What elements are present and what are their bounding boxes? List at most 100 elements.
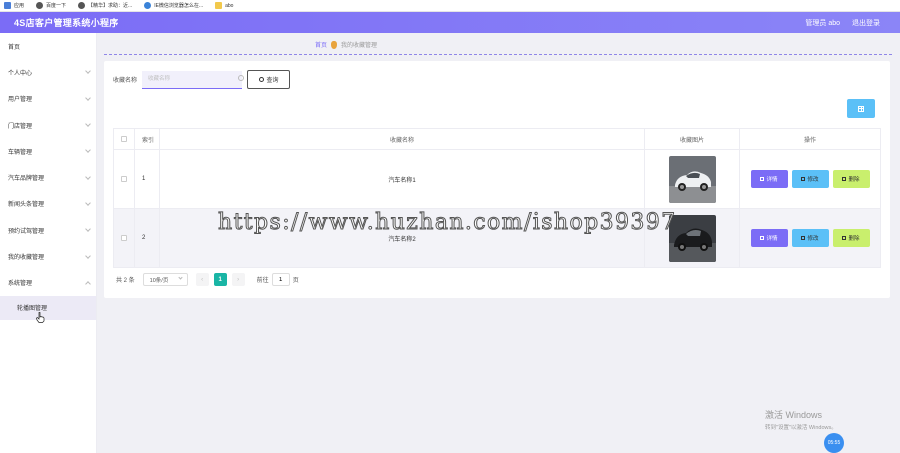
chevron-down-icon <box>178 275 183 280</box>
windows-activation-notice: 激活 Windows 转到"设置"以激活 Windows。 <box>765 408 837 431</box>
top-header: 4S店客户管理系统小程序 管理员 abo 退出登录 <box>0 12 900 33</box>
edit-label: 修改 <box>807 177 819 183</box>
bookmarks-bar: 应用 百度一下 【精华】求助：近... IE微信浏览器怎么在... abo <box>0 0 900 12</box>
sidebar-item-users[interactable]: 用户管理 <box>0 86 96 112</box>
detail-label: 详情 <box>766 236 778 242</box>
detail-icon <box>760 177 765 181</box>
sidebar-item-label: 预约试驾管理 <box>8 228 45 235</box>
goto-prefix: 前往 <box>256 278 269 284</box>
table-row: 1 汽车名称1 详情 修改 删除 <box>113 150 881 209</box>
chevron-down-icon <box>85 121 91 127</box>
edit-icon <box>801 177 806 181</box>
detail-button[interactable]: 详情 <box>750 170 788 188</box>
sidebar: 首页 个人中心 用户管理 门店管理 车辆管理 汽车品牌管理 新闻头条管理 预约试… <box>0 33 97 453</box>
bookmark-help[interactable]: 【精华】求助：近... <box>78 2 132 9</box>
sidebar-item-test-drive[interactable]: 预约试驾管理 <box>0 217 96 243</box>
sidebar-item-stores[interactable]: 门店管理 <box>0 112 96 138</box>
breadcrumb-separator-icon <box>331 40 338 49</box>
add-icon <box>858 105 864 112</box>
car-image-white <box>668 155 716 203</box>
page-size-value: 10条/页 <box>149 277 169 284</box>
chevron-right-icon: › <box>237 276 240 283</box>
sidebar-item-label: 系统管理 <box>8 281 33 288</box>
sidebar-item-label: 用户管理 <box>8 97 33 104</box>
row-index: 2 <box>135 209 160 267</box>
search-icon <box>258 77 264 82</box>
table-header: 索引 收藏名称 收藏图片 操作 <box>113 128 881 150</box>
breadcrumb-current: 我的收藏管理 <box>341 43 378 49</box>
goto-page-input[interactable] <box>271 273 290 286</box>
header-name: 收藏名称 <box>160 129 645 149</box>
clock-badge: 05:55 <box>824 433 844 453</box>
delete-button[interactable]: 删除 <box>832 170 870 188</box>
row-image-cell <box>645 209 740 267</box>
chevron-down-icon <box>85 252 91 259</box>
bookmark-label: 【精华】求助：近... <box>88 3 133 9</box>
user-label[interactable]: 管理员 abo <box>805 18 840 28</box>
chevron-down-icon <box>85 68 91 75</box>
row-checkbox[interactable] <box>121 235 127 241</box>
detail-button[interactable]: 详情 <box>750 229 788 247</box>
windows-activation-subtitle: 转到"设置"以激活 Windows。 <box>765 425 837 431</box>
sidebar-item-news[interactable]: 新闻头条管理 <box>0 191 96 217</box>
next-page-button[interactable]: › <box>231 273 245 286</box>
apps-icon <box>4 2 11 9</box>
detail-label: 详情 <box>766 177 778 183</box>
sidebar-subitem-carousel[interactable]: 轮播图管理 <box>0 295 96 320</box>
row-name: 汽车名称1 <box>160 150 645 208</box>
search-input[interactable] <box>142 70 243 89</box>
edit-label: 修改 <box>807 236 819 242</box>
sidebar-item-label: 新闻头条管理 <box>8 202 45 209</box>
sidebar-item-label: 首页 <box>8 44 21 51</box>
detail-icon <box>760 236 765 240</box>
edit-button[interactable]: 修改 <box>791 229 829 247</box>
trash-icon <box>842 177 847 181</box>
sidebar-item-label: 个人中心 <box>8 70 33 77</box>
car-image-black <box>668 214 716 262</box>
windows-activation-title: 激活 Windows <box>765 410 823 420</box>
sidebar-item-vehicles[interactable]: 车辆管理 <box>0 138 96 164</box>
page-number-button[interactable]: 1 <box>213 273 227 286</box>
row-image-cell <box>645 150 740 208</box>
row-name: 汽车名称2 <box>160 209 645 267</box>
ie-icon <box>144 2 152 9</box>
sidebar-item-brands[interactable]: 汽车品牌管理 <box>0 164 96 190</box>
globe-icon <box>78 2 86 9</box>
edit-icon <box>801 236 806 240</box>
select-all-checkbox[interactable] <box>121 136 127 142</box>
row-actions: 详情 修改 删除 <box>740 209 881 267</box>
breadcrumb-home[interactable]: 首页 <box>315 40 327 49</box>
logout-button[interactable]: 退出登录 <box>852 18 880 28</box>
sidebar-item-profile[interactable]: 个人中心 <box>0 59 96 85</box>
delete-label: 删除 <box>848 236 860 242</box>
header-image: 收藏图片 <box>645 129 740 149</box>
sidebar-item-system[interactable]: 系统管理 <box>0 270 96 296</box>
row-checkbox-cell <box>113 150 135 208</box>
sidebar-item-favorites[interactable]: 我的收藏管理 <box>0 243 96 269</box>
bookmark-label: 百度一下 <box>46 3 67 9</box>
add-button[interactable] <box>847 99 875 118</box>
page-size-select[interactable]: 10条/页 <box>142 273 188 286</box>
breadcrumb: 首页 我的收藏管理 <box>104 35 892 55</box>
chevron-down-icon <box>85 173 91 180</box>
bookmark-baidu[interactable]: 百度一下 <box>36 2 66 9</box>
edit-button[interactable]: 修改 <box>791 170 829 188</box>
pagination: 共 2 条 10条/页 ‹ 1 › 前往 页 <box>116 273 299 286</box>
bookmark-ie[interactable]: IE微信浏览器怎么在... <box>144 2 203 9</box>
bookmark-apps[interactable]: 应用 <box>4 2 24 9</box>
search-bar: 收藏名称 查询 <box>113 70 291 89</box>
bookmark-abo[interactable]: abo <box>215 2 233 9</box>
prev-page-button[interactable]: ‹ <box>195 273 209 286</box>
search-icon <box>238 75 244 81</box>
trash-icon <box>842 236 847 240</box>
delete-button[interactable]: 删除 <box>832 229 870 247</box>
row-checkbox[interactable] <box>121 176 127 182</box>
query-button[interactable]: 查询 <box>247 70 291 89</box>
query-button-label: 查询 <box>266 78 279 84</box>
row-checkbox-cell <box>113 209 135 267</box>
bookmark-label: IE微信浏览器怎么在... <box>154 3 204 9</box>
sidebar-item-home[interactable]: 首页 <box>0 33 96 59</box>
chevron-up-icon <box>85 280 91 287</box>
header-checkbox-cell <box>113 129 135 149</box>
row-index: 1 <box>135 150 160 208</box>
